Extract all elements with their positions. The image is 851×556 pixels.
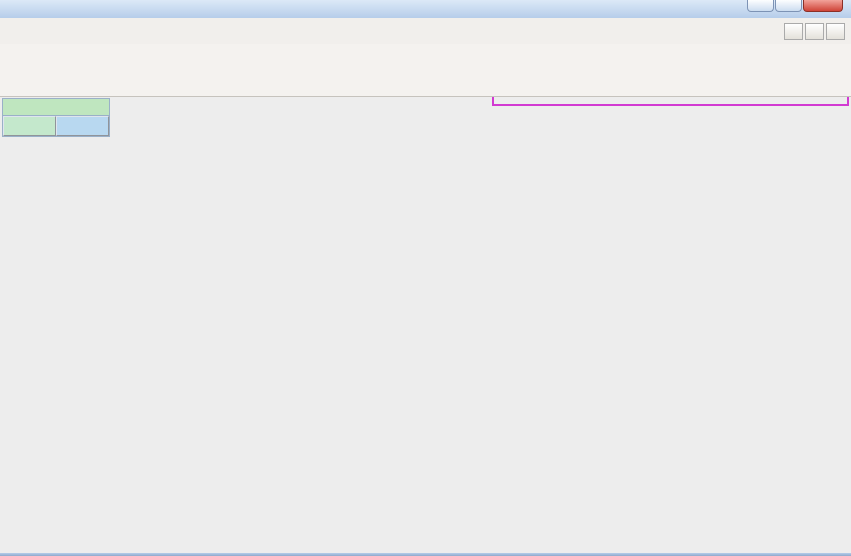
title-bar[interactable] bbox=[0, 0, 851, 19]
minimize-button[interactable] bbox=[747, 0, 774, 12]
mdi-restore-button[interactable] bbox=[805, 23, 824, 40]
close-button[interactable] bbox=[803, 0, 843, 12]
mdi-close-button[interactable] bbox=[826, 23, 845, 40]
main-toolbar bbox=[0, 44, 851, 71]
tools-toolbar bbox=[0, 70, 851, 97]
calc-resistance-button[interactable] bbox=[3, 116, 56, 136]
app-window bbox=[0, 0, 851, 556]
calc-support-button[interactable] bbox=[56, 116, 109, 136]
mdi-minimize-button[interactable] bbox=[784, 23, 803, 40]
index-info-panel bbox=[2, 98, 110, 137]
menu-bar bbox=[0, 18, 851, 45]
panel-title bbox=[3, 99, 109, 116]
maximize-button[interactable] bbox=[775, 0, 802, 12]
